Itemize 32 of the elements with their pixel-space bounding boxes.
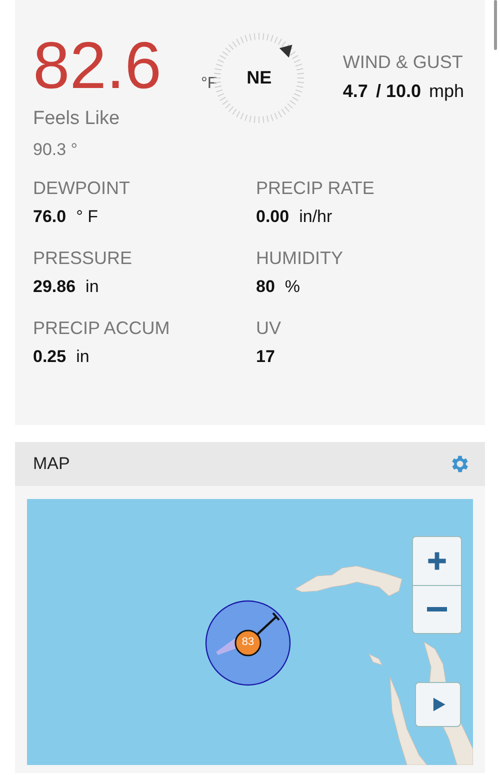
reading-value: 80 [256,277,275,297]
reading-label: PRECIP RATE [256,178,376,199]
reading-unit: ° F [76,207,98,227]
feels-like-value: 90.3 ° [33,140,79,160]
reading-value: 76.0 [33,207,66,227]
reading-unit: in [86,277,99,297]
reading-label: UV [256,318,282,339]
reading-value: 29.86 [33,277,76,297]
wind-speed: 4.7 [342,81,368,102]
reading-label: PRECIP ACCUM [33,318,171,339]
minus-icon [427,607,447,612]
reading-label: HUMIDITY [256,248,344,269]
plus-icon [426,550,448,572]
wind-unit: mph [428,81,464,102]
feels-like-label: Feels Like [33,108,121,130]
wind-direction: NE [246,67,272,88]
reading-label: PRESSURE [33,248,134,269]
reading-unit: in [76,347,90,367]
temperature-unit: °F [201,74,218,92]
reading-value: 0.25 [33,347,66,367]
map-title: MAP [33,454,70,474]
reading-label: DEWPOINT [33,178,131,199]
wind-gust-label: WIND & GUST [342,52,464,73]
play-button[interactable] [415,682,461,727]
scrollbar [494,0,497,50]
reading-unit: in/hr [299,207,332,227]
reading-unit: % [284,277,300,297]
temperature-value: 82.6 [33,30,162,100]
marker-label: 83 [240,636,256,648]
reading-value: 17 [256,347,275,367]
reading-value: 0.00 [256,207,290,227]
gust-speed: / 10.0 [376,81,421,102]
